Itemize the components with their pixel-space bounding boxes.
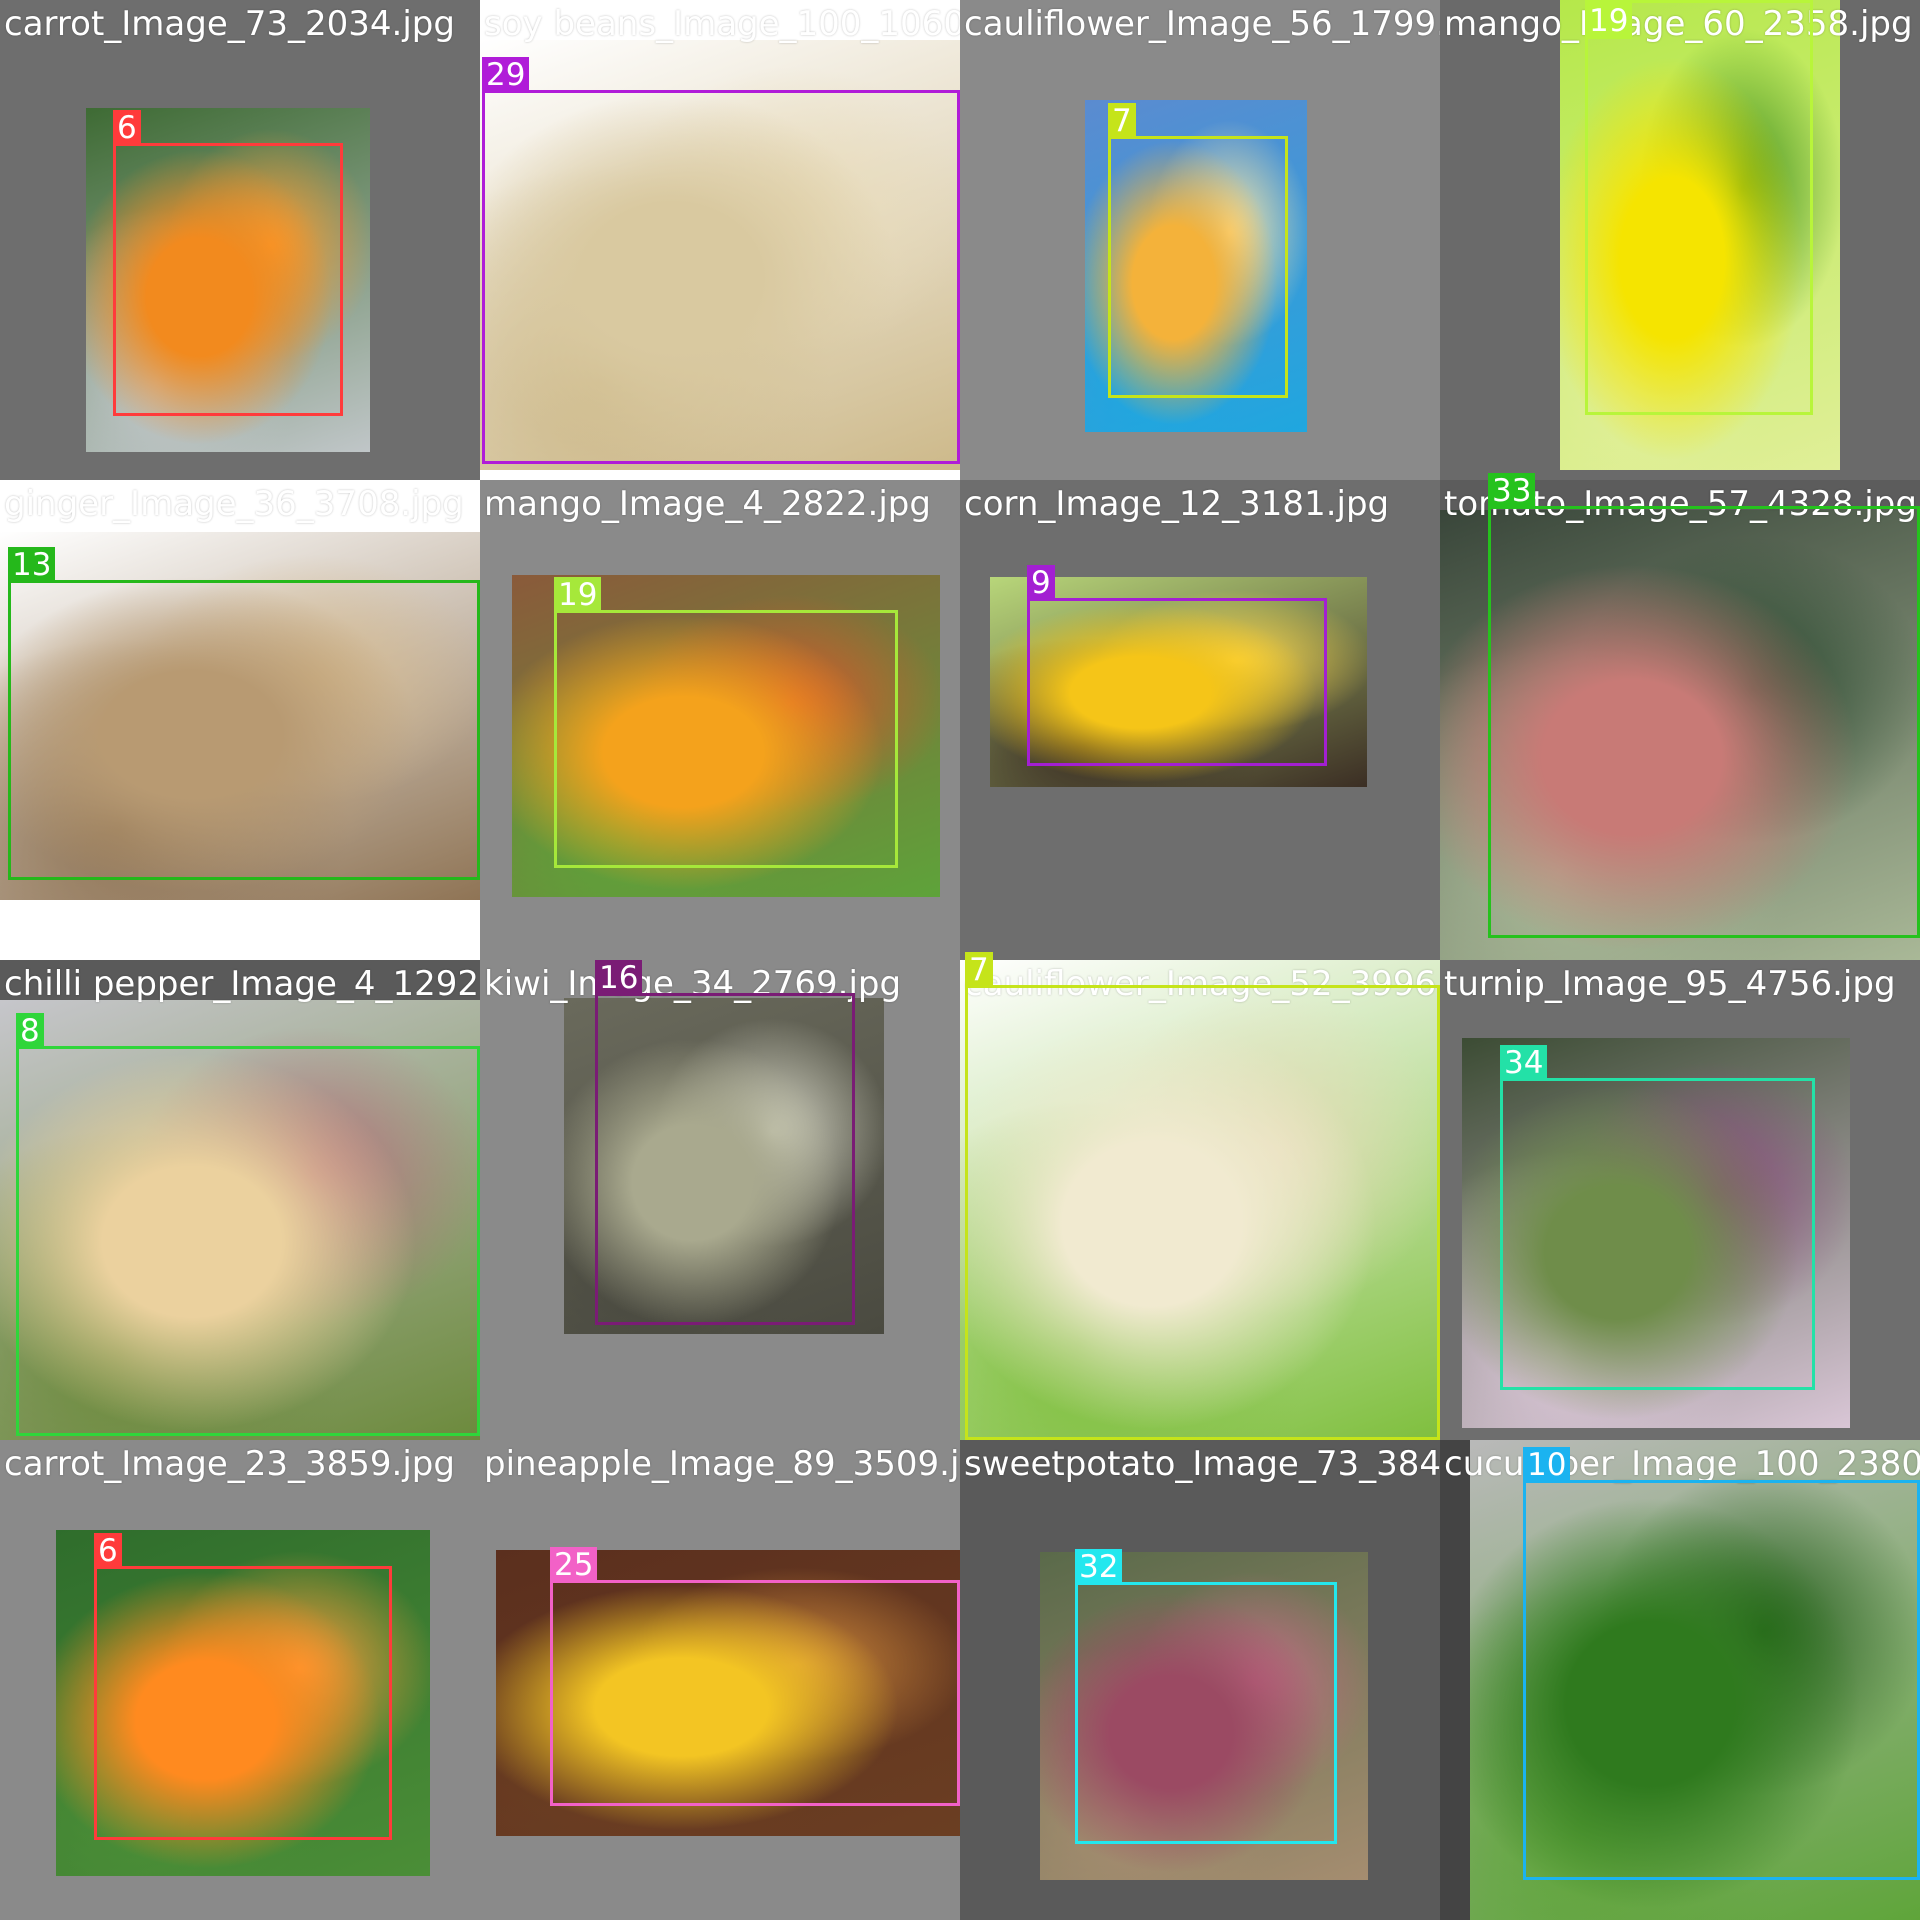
class-id-badge: 8 <box>16 1013 44 1049</box>
tile-filename: mango_Image_4_2822.jpg <box>484 484 931 524</box>
class-id-badge: 32 <box>1075 1549 1123 1585</box>
tile-filename: sweetpotato_Image_73_3840.jpg <box>964 1444 1440 1484</box>
detection-box: 33 <box>1488 473 1920 938</box>
tile-filename: carrot_Image_73_2034.jpg <box>4 4 455 44</box>
detection-box: 19 <box>554 577 898 868</box>
class-id-badge: 13 <box>8 547 56 583</box>
class-id-badge: 34 <box>1500 1045 1548 1081</box>
class-id-badge: 33 <box>1488 473 1536 509</box>
tile-filename: pineapple_Image_89_3509.jpg <box>484 1444 960 1484</box>
class-id-badge: 19 <box>554 577 602 613</box>
tile-filename: chilli pepper_Image_4_1292.jpg <box>4 964 480 1004</box>
class-id-badge: 19 <box>1585 3 1633 39</box>
class-id-badge: 10 <box>1523 1447 1571 1483</box>
class-id-badge: 6 <box>94 1533 122 1569</box>
class-id-badge: 9 <box>1027 565 1055 601</box>
detection-box: 13 <box>8 547 480 880</box>
class-id-badge: 6 <box>113 110 141 146</box>
class-id-badge: 29 <box>482 57 530 93</box>
detection-box: 10 <box>1523 1447 1920 1880</box>
tile-filename: corn_Image_12_3181.jpg <box>964 484 1390 524</box>
detection-box: 34 <box>1500 1045 1815 1390</box>
detection-box: 7 <box>965 952 1440 1440</box>
class-id-badge: 7 <box>1108 103 1136 139</box>
detection-box: 25 <box>550 1547 960 1806</box>
detection-box: 7 <box>1108 103 1288 398</box>
image-mosaic: carrot_Image_73_2034.jpg 6 soy beans_Image… <box>0 0 1920 1920</box>
detection-box: 9 <box>1027 565 1327 766</box>
tile-filename: cucumber_Image_100_2380.jpg <box>1444 1444 1920 1484</box>
class-id-badge: 7 <box>965 952 993 988</box>
detection-box: 8 <box>16 1013 480 1436</box>
detection-box: 16 <box>595 960 855 1325</box>
detection-box: 6 <box>94 1533 392 1840</box>
tile-filename: soy beans_Image_100_1060.jpg <box>484 4 960 44</box>
detection-box: 29 <box>482 57 960 464</box>
tile-filename: ginger_Image_36_3708.jpg <box>4 484 464 524</box>
class-id-badge: 16 <box>595 960 643 996</box>
tile-filename: turnip_Image_95_4756.jpg <box>1444 964 1896 1004</box>
detection-box: 32 <box>1075 1549 1337 1844</box>
detection-box: 6 <box>113 110 343 416</box>
detection-box: 19 <box>1585 0 1813 415</box>
class-id-badge: 25 <box>550 1547 598 1583</box>
tile-filename: carrot_Image_23_3859.jpg <box>4 1444 455 1484</box>
tile-filename: cauliflower_Image_56_1799.jpg <box>964 4 1440 44</box>
